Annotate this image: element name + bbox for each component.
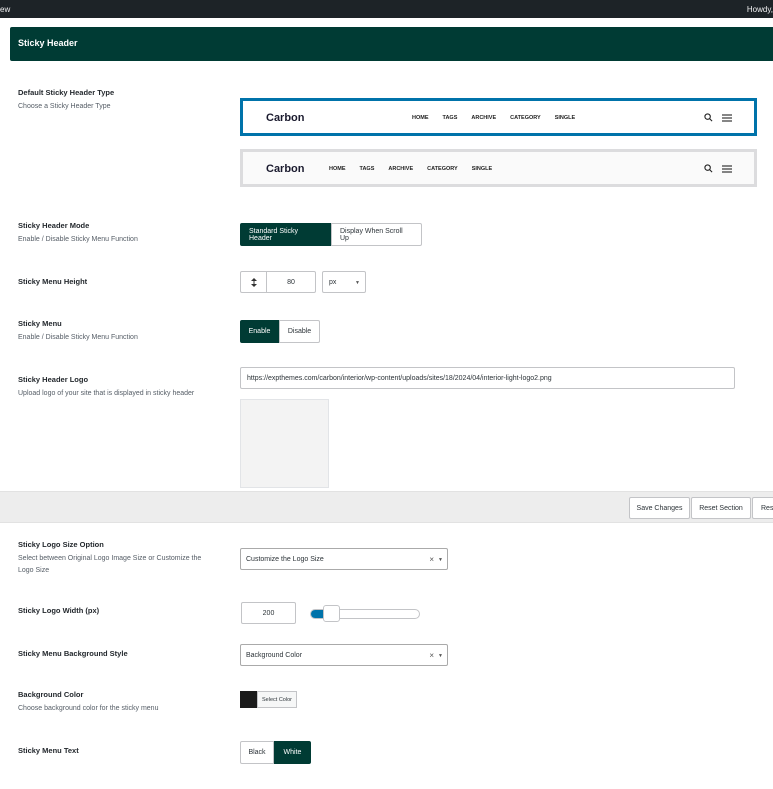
bg-style-select[interactable]: Background Color × ▼ — [240, 644, 448, 666]
sticky-menu-title: Sticky Menu — [18, 319, 62, 328]
header-logo-title: Sticky Header Logo — [18, 375, 89, 384]
admin-bar-greeting[interactable]: Howdy, — [747, 5, 773, 14]
save-bar: Save Changes Reset Section Rese — [0, 491, 773, 523]
preview-menu-item: HOME — [412, 115, 429, 121]
logo-size-select[interactable]: Customize the Logo Size × ▼ — [240, 548, 448, 570]
height-addon — [240, 271, 267, 293]
preview-menu-item: TAGS — [442, 115, 458, 121]
logo-width-input[interactable]: 200 — [241, 602, 296, 624]
admin-bar-left-text[interactable]: ew — [0, 5, 10, 14]
black-text-button[interactable]: Black — [240, 741, 274, 764]
bg-color-title: Background Color — [18, 690, 84, 699]
logo-size-desc: Select between Original Logo Image Size … — [18, 555, 202, 574]
enable-button[interactable]: Enable — [240, 320, 279, 343]
search-icon — [704, 164, 713, 173]
logo-width-title: Sticky Logo Width (px) — [18, 606, 100, 615]
preview-menu: HOME TAGS ARCHIVE CATEGORY SINGLE — [329, 166, 492, 172]
preview-menu-item: ARCHIVE — [388, 166, 414, 172]
caret-down-icon: ▼ — [355, 280, 360, 286]
sticky-menu-buttonset: Enable Disable — [240, 320, 320, 343]
preview-menu-item: ARCHIVE — [471, 115, 497, 121]
height-unit-select[interactable]: px ▼ — [322, 271, 366, 293]
scroll-up-button[interactable]: Display When Scroll Up — [331, 223, 422, 246]
header-type-option-1[interactable]: Carbon HOME TAGS ARCHIVE CATEGORY SINGLE — [240, 98, 757, 136]
logo-url-input[interactable]: https://expthemes.com/carbon/interior/wp… — [240, 367, 735, 389]
menu-text-title: Sticky Menu Text — [18, 746, 79, 755]
admin-bar: ew Howdy, — [0, 0, 773, 18]
height-unit-value: px — [329, 278, 337, 286]
preview-menu-item: TAGS — [359, 166, 375, 172]
header-logo-desc: Upload logo of your site that is display… — [18, 390, 195, 397]
clear-x-icon[interactable]: × — [429, 555, 434, 564]
hamburger-icon — [722, 165, 732, 173]
sticky-menu-desc: Enable / Disable Sticky Menu Function — [18, 334, 138, 341]
bg-style-title: Sticky Menu Background Style — [18, 649, 128, 658]
standard-sticky-button[interactable]: Standard Sticky Header — [240, 223, 331, 246]
menu-height-title: Sticky Menu Height — [18, 277, 88, 286]
header-mode-title: Sticky Header Mode — [18, 221, 90, 230]
section-title: Sticky Header — [18, 38, 78, 48]
preview-menu-item: SINGLE — [471, 166, 493, 172]
caret-down-icon: ▼ — [438, 557, 443, 563]
header-mode-desc: Enable / Disable Sticky Menu Function — [18, 236, 138, 243]
logo-size-value: Customize the Logo Size — [246, 555, 324, 563]
white-text-button[interactable]: White — [274, 741, 311, 764]
caret-down-icon: ▼ — [438, 653, 443, 659]
preview-menu-item: HOME — [329, 166, 346, 172]
save-changes-button[interactable]: Save Changes — [629, 497, 690, 519]
preview-logo: Carbon — [266, 163, 305, 175]
logo-size-title: Sticky Logo Size Option — [18, 540, 104, 549]
menu-text-buttonset: Black White — [240, 741, 311, 764]
logo-preview-image — [240, 399, 329, 488]
bg-color-desc: Choose background color for the sticky m… — [18, 705, 159, 712]
select-color-button[interactable]: Select Color — [257, 691, 297, 708]
menu-height-input[interactable]: 80 — [266, 271, 316, 293]
preview-menu: HOME TAGS ARCHIVE CATEGORY SINGLE — [412, 115, 575, 121]
clear-x-icon[interactable]: × — [429, 651, 434, 660]
section-header: Sticky Header — [10, 27, 773, 61]
preview-logo: Carbon — [266, 112, 305, 124]
header-mode-buttonset: Standard Sticky Header Display When Scro… — [240, 223, 422, 246]
header-type-option-2[interactable]: Carbon HOME TAGS ARCHIVE CATEGORY SINGLE — [240, 149, 757, 187]
header-type-title: Default Sticky Header Type — [18, 88, 115, 97]
hamburger-icon — [722, 114, 732, 122]
reset-section-button[interactable]: Reset Section — [691, 497, 751, 519]
reset-all-button[interactable]: Rese — [752, 497, 773, 519]
preview-menu-item: SINGLE — [554, 115, 576, 121]
color-swatch[interactable] — [240, 691, 257, 708]
header-type-desc: Choose a Sticky Header Type — [18, 103, 111, 110]
bg-style-value: Background Color — [246, 651, 303, 659]
preview-menu-item: CATEGORY — [510, 115, 541, 121]
disable-button[interactable]: Disable — [279, 320, 320, 343]
preview-menu-item: CATEGORY — [427, 166, 458, 172]
slider-handle[interactable] — [323, 605, 340, 622]
search-icon — [704, 113, 713, 122]
vertical-arrows-icon — [250, 277, 257, 287]
